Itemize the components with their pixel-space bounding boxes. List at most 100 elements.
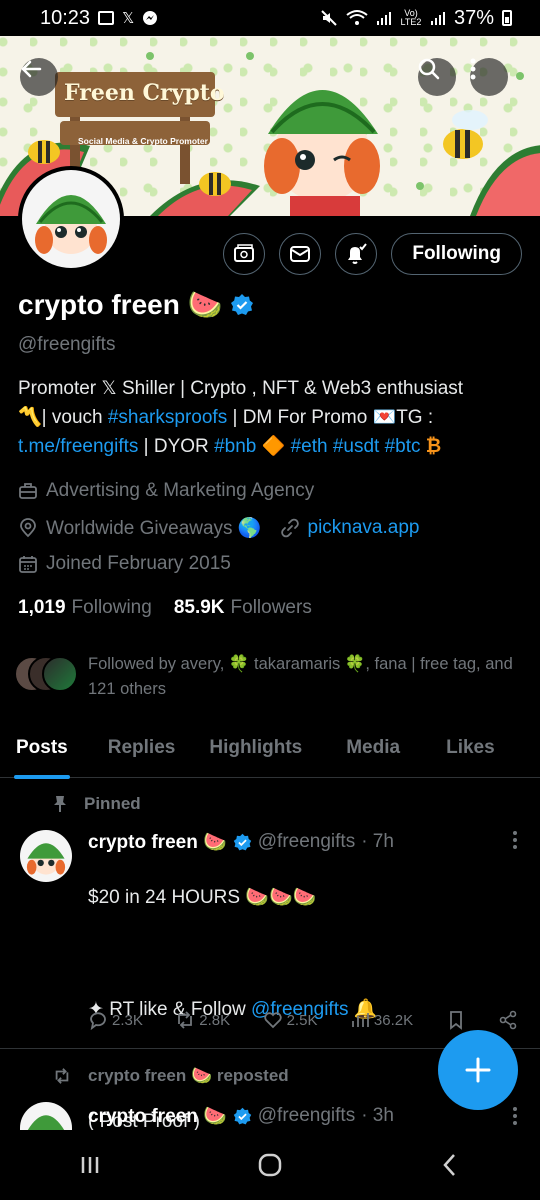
messenger-icon [142, 10, 158, 26]
bnb-emoji: 🔶 [256, 436, 291, 457]
post-author-name[interactable]: crypto freen 🍉 [88, 1104, 227, 1128]
notifications-button[interactable] [335, 233, 378, 275]
gallery-icon [98, 11, 115, 25]
bookmark-icon [449, 1011, 462, 1030]
tab-highlights[interactable]: Highlights [193, 718, 318, 778]
vertical-dots-icon [470, 58, 476, 80]
display-name: crypto freen 🍉 [18, 289, 223, 320]
message-button[interactable] [279, 233, 322, 275]
post-avatar[interactable] [20, 830, 72, 882]
bio-line-1: Promoter 𝕏 Shiller | Crypto , NFT & Web3… [18, 378, 464, 399]
recents-icon [81, 1157, 99, 1173]
repost-context: crypto freen 🍉 reposted [52, 1066, 289, 1086]
tab-likes[interactable]: Likes [430, 718, 511, 778]
system-nav-bar [0, 1130, 540, 1200]
reply-button[interactable]: 2.3K [88, 1010, 143, 1030]
mute-icon [320, 9, 338, 27]
home-button[interactable] [240, 1140, 300, 1190]
profile-handle: @freengifts [18, 334, 116, 355]
joined-text: Joined February 2015 [46, 553, 231, 574]
tab-posts[interactable]: Posts [0, 718, 84, 779]
post-author-handle: @freengifts [257, 831, 356, 852]
more-options-button[interactable] [470, 58, 508, 96]
post-time: · 7h [361, 831, 394, 852]
profile-joined: Joined February 2015 [18, 553, 231, 575]
followed-by-text: Followed by avery, 🍀 takaramaris 🍀, fana… [88, 655, 513, 698]
btc-emoji: ₿ [420, 436, 442, 457]
verified-badge-icon [233, 1107, 251, 1124]
bell-check-icon [348, 243, 368, 264]
envelope-icon [290, 246, 311, 262]
telegram-link[interactable]: t.me/freengifts [18, 436, 138, 457]
post-more-button[interactable] [512, 1106, 518, 1132]
post-header: crypto freen 🍉 @freengifts · 3h [88, 1104, 394, 1128]
views-chart-icon [351, 1013, 369, 1027]
profile-actions: Following [223, 233, 522, 275]
profile-avatar[interactable] [18, 166, 124, 272]
post-header: crypto freen 🍉 @freengifts · 7h [88, 830, 394, 854]
arrow-left-icon [21, 60, 42, 78]
banner-subtitle: Social Media & Crypto Promoter [78, 136, 208, 146]
battery-icon [502, 10, 512, 26]
recent-apps-button[interactable] [60, 1140, 120, 1190]
website-link[interactable]: picknava.app [308, 517, 420, 539]
following-stat[interactable]: 1,019 Following [18, 597, 152, 619]
compose-button[interactable] [438, 1030, 518, 1110]
post-author-name[interactable]: crypto freen 🍉 [88, 830, 227, 854]
search-icon [418, 58, 440, 80]
status-time: 10:23 [40, 6, 91, 29]
status-bar: 10:23 𝕏 Vo) LTE2 37% [0, 0, 540, 36]
home-icon [258, 1153, 282, 1177]
post-author-handle: @freengifts [257, 1105, 356, 1126]
hashtag-bnb[interactable]: #bnb [214, 436, 256, 457]
post-time: · 3h [361, 1105, 394, 1126]
verified-badge-icon[interactable] [230, 293, 254, 317]
chevron-left-icon [443, 1154, 455, 1176]
pinned-text: Pinned [84, 794, 141, 813]
like-button[interactable]: 2.5K [263, 1010, 318, 1030]
post-more-button[interactable] [512, 830, 518, 856]
hashtag-usdt[interactable]: #usdt [333, 436, 379, 457]
repost-button[interactable]: 2.8K [175, 1010, 230, 1030]
bio-line-3: t.me/freengifts | DYOR #bnb 🔶 #eth #usdt… [18, 432, 523, 461]
banner-title: Freen Crypto [64, 80, 225, 106]
link-icon [280, 518, 299, 538]
hashtag-btc[interactable]: #btc [385, 436, 421, 457]
post-line: $20 in 24 HOURS 🍉🍉🍉 [88, 887, 317, 908]
share-icon [499, 1010, 517, 1030]
vertical-dots-icon [513, 1107, 517, 1125]
post-avatar[interactable] [20, 1102, 72, 1132]
like-count: 2.5K [286, 1011, 318, 1029]
search-button[interactable] [418, 58, 456, 96]
tab-media[interactable]: Media [330, 718, 416, 778]
heart-icon [263, 1012, 282, 1029]
following-label: Following [71, 597, 152, 618]
tab-replies[interactable]: Replies [92, 718, 192, 778]
repost-context-text: crypto freen 🍉 reposted [88, 1066, 289, 1085]
follow-stats: 1,019 Following 85.9K Followers [18, 597, 312, 619]
location-pin-icon [20, 518, 36, 538]
vertical-dots-icon [513, 831, 517, 849]
signal-icon-2 [430, 10, 446, 26]
following-button[interactable]: Following [391, 233, 522, 275]
repost-icon [55, 1068, 69, 1084]
views-count: 36.2K [373, 1011, 414, 1029]
system-back-button[interactable] [420, 1140, 480, 1190]
pin-icon [54, 796, 66, 812]
hashtag-sharksproofs[interactable]: #sharksproofs [108, 407, 227, 428]
followed-by[interactable]: Followed by avery, 🍀 takaramaris 🍀, fana… [14, 652, 528, 702]
followers-count: 85.9K [173, 597, 225, 618]
subscribe-button[interactable] [223, 233, 266, 275]
bio-text: | DYOR [138, 436, 215, 457]
hashtag-eth[interactable]: #eth [291, 436, 328, 457]
back-button[interactable] [20, 58, 58, 96]
profile-bio: Promoter 𝕏 Shiller | Crypto , NFT & Web3… [18, 374, 523, 461]
followers-stat[interactable]: 85.9K Followers [174, 597, 312, 619]
x-app-icon: 𝕏 [122, 10, 135, 27]
battery-percent: 37% [453, 6, 494, 29]
reply-count: 2.3K [112, 1011, 143, 1029]
bookmark-button[interactable] [446, 1010, 466, 1030]
views-button[interactable]: 36.2K [350, 1010, 413, 1030]
location-text: Worldwide Giveaways 🌎 [46, 518, 262, 539]
share-button[interactable] [498, 1010, 518, 1030]
